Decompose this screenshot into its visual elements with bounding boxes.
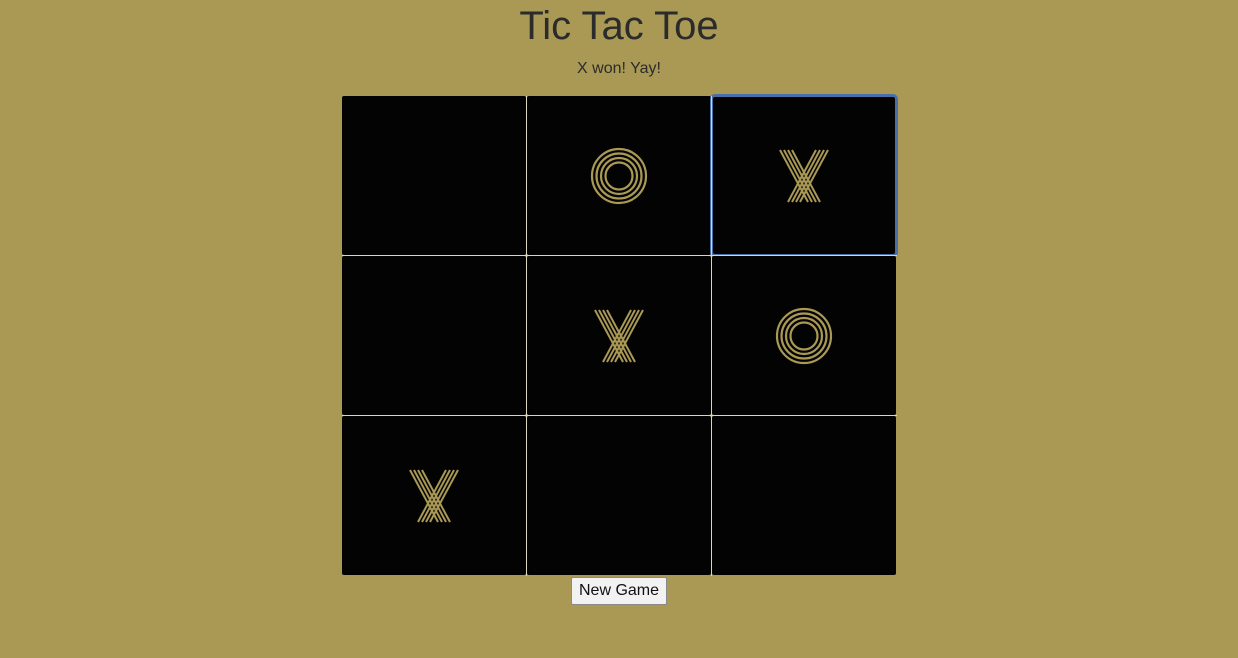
x-mark-icon bbox=[594, 309, 644, 362]
grid-line bbox=[342, 415, 897, 416]
board-cell-8[interactable] bbox=[527, 416, 711, 575]
board-cell-7[interactable] bbox=[342, 416, 526, 575]
board-cell-1[interactable] bbox=[342, 96, 526, 255]
x-mark-icon bbox=[409, 469, 459, 522]
board-cell-9[interactable] bbox=[712, 416, 896, 575]
board-cell-6[interactable] bbox=[712, 256, 896, 415]
o-mark-icon bbox=[590, 147, 648, 204]
board-cell-5[interactable] bbox=[527, 256, 711, 415]
game-board bbox=[342, 94, 898, 576]
new-game-button[interactable]: New Game bbox=[571, 577, 667, 605]
grid-line bbox=[342, 255, 897, 256]
board-cell-3[interactable] bbox=[710, 94, 898, 257]
o-mark-icon bbox=[775, 307, 833, 364]
game-status: X won! Yay! bbox=[577, 60, 661, 77]
page-title: Tic Tac Toe bbox=[519, 4, 719, 48]
x-mark-icon bbox=[779, 149, 829, 202]
board-cell-2[interactable] bbox=[527, 96, 711, 255]
board-cell-4[interactable] bbox=[342, 256, 526, 415]
grid-line bbox=[526, 96, 527, 576]
grid-line bbox=[711, 96, 712, 576]
